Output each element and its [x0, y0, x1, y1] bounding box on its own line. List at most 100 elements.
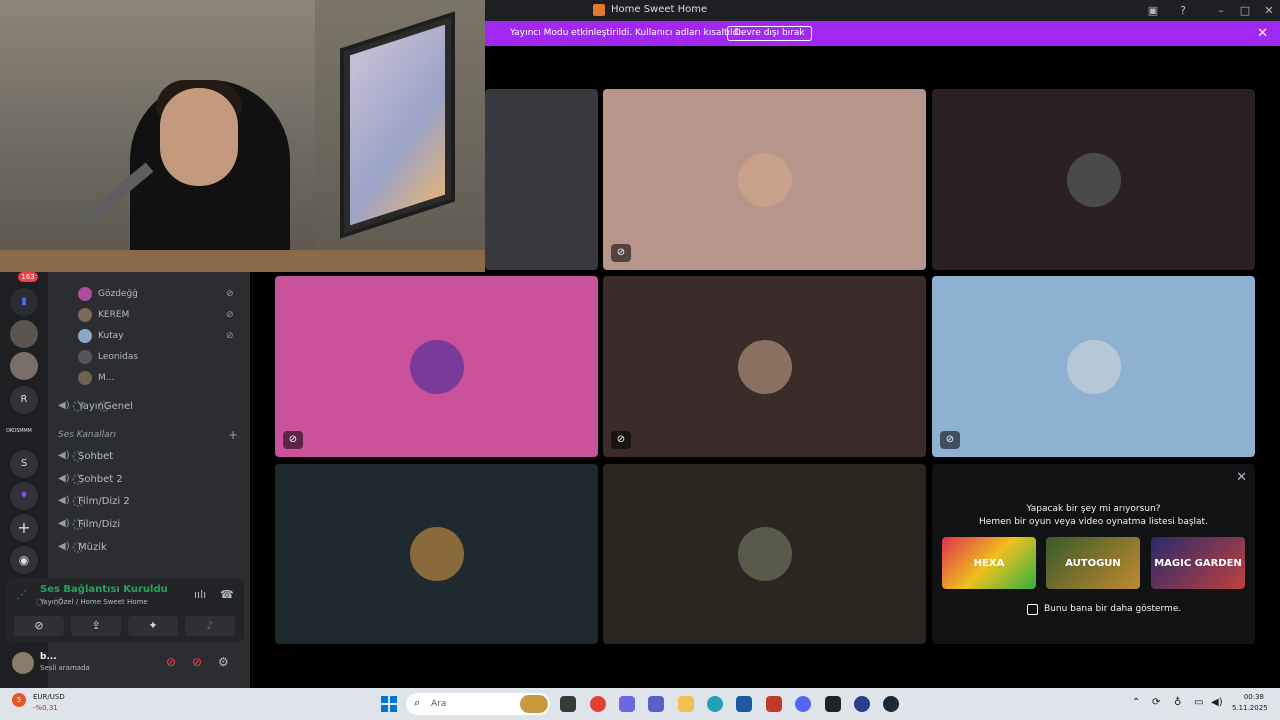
voice-user[interactable]: M... — [78, 369, 114, 387]
dont-show-again-checkbox[interactable] — [1027, 604, 1038, 615]
voice-channel[interactable]: ◀)꙰Film/Dizi 2 — [58, 491, 130, 509]
voice-user[interactable]: Kutay ⊘ — [78, 327, 234, 345]
screen-share-button[interactable]: ⇪ — [71, 616, 121, 636]
participant-tile[interactable] — [485, 89, 598, 270]
fx-widget-badge[interactable]: 5 — [12, 693, 26, 707]
edge-icon[interactable] — [707, 696, 723, 712]
screen: Home Sweet Home ▣ ? – □ ✕ Yayıncı Modu e… — [0, 0, 1280, 720]
participant-tile[interactable]: ⊘ — [275, 276, 598, 457]
close-icon[interactable]: ✕ — [1236, 470, 1247, 485]
deafen-icon[interactable]: ⊘ — [192, 655, 202, 669]
close-icon[interactable]: ✕ — [1257, 26, 1268, 41]
camera-off-button[interactable]: ⊘ — [14, 616, 64, 636]
chevron-up-icon[interactable]: ⌃ — [1132, 697, 1140, 708]
discover-icon[interactable]: ◉ — [10, 546, 38, 574]
voice-channel[interactable]: ◀)꙰Sohbet 2 — [58, 469, 123, 487]
avatar — [78, 371, 92, 385]
server-icon[interactable] — [10, 320, 38, 348]
banner-text: Yayıncı Modu etkinleştirildi. Kullanıcı … — [510, 28, 744, 38]
display-icon[interactable]: ▭ — [1194, 697, 1203, 708]
voice-status[interactable]: Ses Bağlantısı Kuruldu — [40, 584, 168, 595]
clock-time[interactable]: 00:38 — [1236, 693, 1264, 701]
activity-subheading: Hemen bir oyun veya video oynatma listes… — [979, 517, 1208, 527]
channel-name: ꙰Film/Dizi 2 — [78, 496, 130, 507]
avatar — [1066, 339, 1121, 394]
title-bar: Home Sweet Home ▣ ? – □ ✕ — [485, 0, 1280, 21]
windows-start-icon[interactable] — [381, 696, 397, 712]
activities-button[interactable]: ✦ — [128, 616, 178, 636]
help-icon[interactable]: ? — [1175, 3, 1191, 19]
participant-tile[interactable] — [932, 89, 1255, 270]
inbox-icon[interactable]: ▣ — [1145, 3, 1161, 19]
activity-suggestion-panel: ✕ Yapacak bir şey mi arıyorsun? Hemen bi… — [932, 464, 1255, 644]
voice-user-name: Gözdeğğ — [98, 289, 138, 299]
sync-icon[interactable]: ⟳ — [1152, 697, 1160, 708]
game-card-autogun[interactable]: AUTOGUN — [1046, 537, 1140, 589]
voice-user[interactable]: Leonidas — [78, 348, 138, 366]
maximize-button[interactable]: □ — [1237, 3, 1253, 19]
channel-name: ꙰Film/Dizi — [78, 519, 121, 530]
folder-icon[interactable]: ▮ — [10, 288, 38, 316]
signal-icon[interactable]: ⋰ — [16, 588, 27, 601]
voice-location[interactable]: ꙰Yayın꙰Özel / Home Sweet Home — [40, 598, 148, 607]
server-text-logo[interactable]: OKOSMMM — [6, 428, 32, 434]
app-icon[interactable] — [825, 696, 841, 712]
participant-tile[interactable] — [603, 464, 926, 644]
file-explorer-icon[interactable] — [678, 696, 694, 712]
steam-icon[interactable] — [883, 696, 899, 712]
avatar — [409, 339, 464, 394]
server-s[interactable]: S — [10, 450, 38, 478]
voice-user[interactable]: Gözdeğğ ⊘ — [78, 285, 234, 303]
disconnect-icon[interactable]: ☎ — [220, 588, 234, 601]
search-placeholder: Ara — [431, 699, 447, 709]
participant-tile[interactable] — [275, 464, 598, 644]
add-channel-icon[interactable]: + — [228, 428, 238, 442]
taskbar-search[interactable]: ⌕ Ara — [406, 693, 550, 715]
window-title: Home Sweet Home — [611, 4, 708, 15]
fx-pair[interactable]: EUR/USD — [33, 693, 65, 701]
user-panel: b... Sesli aramada ⊘ ⊘ ⚙ — [6, 648, 244, 680]
clock-date[interactable]: 5.11.2025 — [1232, 704, 1268, 712]
deafen-icon: ⊘ — [611, 244, 631, 262]
soundboard-button[interactable]: ♪ — [185, 616, 235, 636]
category-header[interactable]: Ses Kanalları — [58, 430, 116, 440]
voice-channel[interactable]: ◀)꙰Film/Dizi — [58, 514, 120, 532]
speaker-icon: ◀) — [58, 517, 70, 529]
server-r[interactable]: R — [10, 386, 38, 414]
wolf-server-icon[interactable]: ♦ — [10, 482, 38, 510]
user-name[interactable]: b... — [40, 652, 57, 662]
disable-streamer-mode-button[interactable]: Devre dışı bırak — [727, 26, 812, 41]
minimize-button[interactable]: – — [1213, 3, 1229, 19]
store-icon[interactable] — [736, 696, 752, 712]
participant-tile[interactable]: ⊘ — [932, 276, 1255, 457]
voice-channel[interactable]: ◀)꙰Sohbet — [58, 446, 113, 464]
dont-show-again-label[interactable]: Bunu bana bir daha gösterme. — [1044, 604, 1181, 614]
noise-suppression-icon[interactable]: ıılı — [194, 588, 206, 601]
close-window-button[interactable]: ✕ — [1261, 3, 1277, 19]
chrome-icon[interactable] — [590, 696, 606, 712]
volume-icon[interactable]: ◀) — [1211, 697, 1223, 708]
mic-muted-icon[interactable]: ⊘ — [166, 655, 176, 669]
game-card-hexa[interactable]: HEXA — [942, 537, 1036, 589]
speaker-icon: ◀) — [58, 472, 70, 484]
add-server-icon[interactable]: + — [10, 514, 38, 542]
server-icon[interactable] — [10, 352, 38, 380]
user-avatar[interactable] — [12, 652, 34, 674]
task-view-icon[interactable] — [560, 696, 576, 712]
mic-icon[interactable]: ♁ — [1174, 697, 1181, 708]
voice-channel[interactable]: ◀)꙰Müzik — [58, 537, 107, 555]
game-app-icon[interactable] — [766, 696, 782, 712]
participant-tile[interactable]: ⊘ — [603, 276, 926, 457]
obs-icon[interactable] — [854, 696, 870, 712]
participant-tile[interactable]: ⊘ — [603, 89, 926, 270]
avatar — [1066, 152, 1121, 207]
voice-user[interactable]: KEREM ⊘ — [78, 306, 234, 324]
gear-icon[interactable]: ⚙ — [218, 655, 229, 669]
teams-icon[interactable] — [648, 696, 664, 712]
voice-channel[interactable]: ◀)꙰Yayın꙰Genel — [58, 396, 133, 414]
game-card-magic-garden[interactable]: MAGIC GARDEN — [1151, 537, 1245, 589]
avatar — [78, 308, 92, 322]
avatar — [737, 339, 792, 394]
discord-icon[interactable] — [795, 696, 811, 712]
copilot-icon[interactable] — [619, 696, 635, 712]
